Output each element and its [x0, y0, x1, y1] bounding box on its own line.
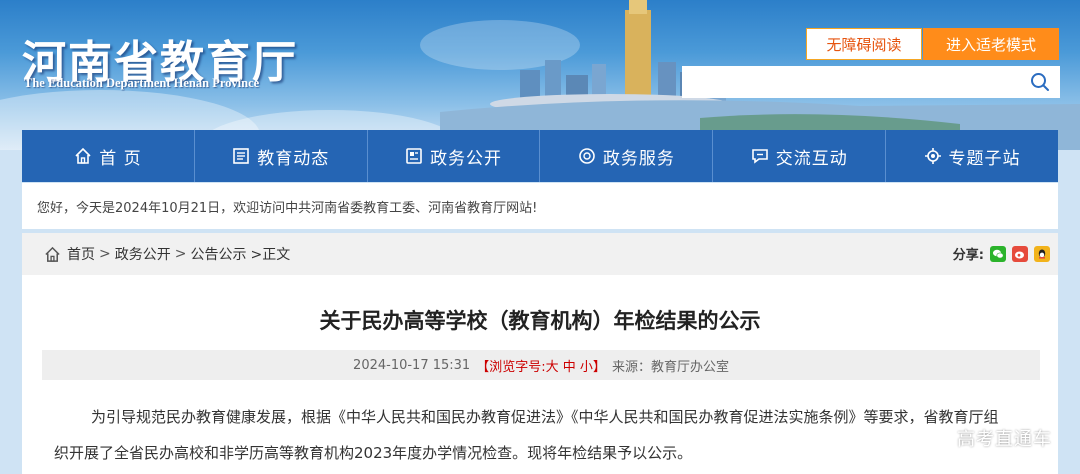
- font-size-large-button[interactable]: 大: [546, 360, 559, 375]
- breadcrumb-separator: >: [99, 246, 111, 262]
- breadcrumb-announcements-link[interactable]: 公告公示: [190, 244, 246, 264]
- nav-item-services[interactable]: 政务服务: [540, 130, 714, 182]
- nav-item-interaction[interactable]: 交流互动: [713, 130, 887, 182]
- article-source: 来源：教育厅办公室: [611, 359, 729, 375]
- welcome-bar: 您好，今天是2024年10月21日，欢迎访问中共河南省委教育工委、河南省教育厅网…: [22, 183, 1058, 229]
- elder-mode-button[interactable]: 进入适老模式: [923, 28, 1059, 60]
- site-subtitle: The Education Department Henan Province: [24, 76, 260, 90]
- weibo-icon[interactable]: [1012, 245, 1028, 262]
- article-title: 关于民办高等学校（教育机构）年检结果的公示: [319, 309, 761, 333]
- font-size-suffix: 】: [592, 359, 606, 375]
- accessible-reading-button[interactable]: 无障碍阅读: [806, 28, 922, 60]
- nav-item-label: 首 页: [99, 148, 142, 169]
- breadcrumb-gov-affairs-link[interactable]: 政务公开: [115, 244, 171, 264]
- nav-item-label: 政务公开: [430, 148, 503, 169]
- home-icon: [44, 246, 61, 263]
- document-icon: [405, 147, 423, 165]
- gear-icon: [924, 147, 942, 165]
- font-size-switcher: 【浏览字号:大 中 小】: [476, 356, 606, 375]
- article-meta: 2024-10-17 15:31 【浏览字号:大 中 小】 来源：教育厅办公室: [42, 350, 1040, 380]
- chat-icon: [751, 147, 769, 165]
- article-paragraph: 织开展了全省民办高校和非学历高等教育机构2023年度办学情况检查。现将年检结果予…: [54, 444, 693, 462]
- news-icon: [232, 147, 250, 165]
- breadcrumb-current: >正文: [250, 247, 291, 263]
- nav-item-home[interactable]: 首 页: [22, 130, 195, 182]
- nav-item-label: 教育动态: [257, 148, 330, 169]
- home-icon: [74, 147, 92, 165]
- search-icon[interactable]: [1020, 66, 1060, 98]
- watermark-text: 高考直通车: [957, 429, 1052, 450]
- search-input[interactable]: [682, 66, 1020, 98]
- breadcrumb-separator: >: [174, 246, 187, 262]
- qq-icon[interactable]: [1034, 245, 1050, 262]
- nav-item-news[interactable]: 教育动态: [195, 130, 368, 182]
- welcome-text: 您好，今天是2024年10月21日，欢迎访问中共河南省委教育工委、河南省教育厅网…: [37, 200, 538, 216]
- nav-item-label: 专题子站: [948, 148, 1021, 169]
- search-box: [682, 66, 1060, 98]
- article-paragraph: 为引导规范民办教育健康发展，根据《中华人民共和国民办教育促进法》《中华人民共和国…: [91, 408, 999, 426]
- breadcrumb-home-link[interactable]: 首页: [67, 244, 95, 264]
- main-nav: 首 页 教育动态 政务公开 政务服务 交流互动 专题子站: [22, 130, 1058, 182]
- article-panel: 首页 > 政务公开 > 公告公示 >正文 分享: 关于民办高等学校（教育机构）年…: [22, 233, 1058, 474]
- nav-item-label: 政务服务: [602, 148, 675, 169]
- breadcrumb: 首页 > 政务公开 > 公告公示 >正文 分享:: [22, 233, 1058, 275]
- font-size-small-button[interactable]: 小: [580, 360, 593, 375]
- header-banner: 河南省教育厅 The Education Department Henan Pr…: [0, 0, 1080, 150]
- service-icon: [578, 147, 596, 165]
- nav-item-gov-affairs[interactable]: 政务公开: [368, 130, 541, 182]
- share-bar: 分享:: [953, 244, 1050, 263]
- wechat-icon[interactable]: [990, 245, 1006, 262]
- share-label: 分享:: [952, 248, 984, 263]
- font-size-prefix: 【浏览字号:: [476, 359, 546, 375]
- article-date: 2024-10-17 15:31: [353, 357, 471, 373]
- nav-item-label: 交流互动: [775, 148, 848, 169]
- nav-item-subsites[interactable]: 专题子站: [886, 130, 1058, 182]
- font-size-medium-button[interactable]: 中: [563, 360, 576, 375]
